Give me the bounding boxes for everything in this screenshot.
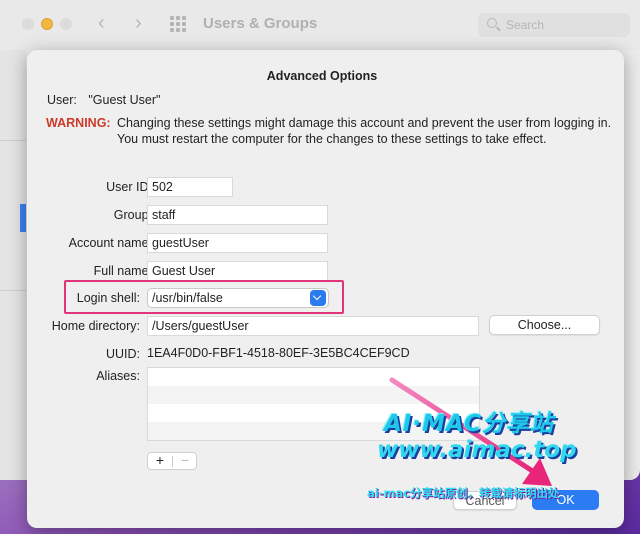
back-icon[interactable]: ‹ [98,13,105,33]
forward-icon[interactable]: › [135,13,142,33]
highlight-box [64,280,344,314]
home-directory-label: Home directory: [51,319,140,333]
watermark-url: www.aimac.top [377,437,577,463]
minimize-window-button[interactable] [41,18,53,30]
full-name-label: Full name: [93,264,152,278]
zoom-window-button[interactable] [60,18,72,30]
sidebar-divider [0,140,26,141]
user-id-label: User ID: [106,180,152,194]
home-directory-field[interactable]: /Users/guestUser [147,316,479,336]
warning-text: Changing these settings might damage thi… [117,116,612,146]
dialog-title: Advanced Options [266,69,378,83]
search-icon [487,18,497,28]
choose-button[interactable]: Choose... [489,315,600,335]
uuid-value: 1EA4F0D0-FBF1-4518-80EF-3E5BC4CEF9CD [147,346,410,360]
remove-alias-button[interactable]: − [173,452,197,468]
account-name-field[interactable]: guestUser [147,233,328,253]
title-bar: ‹ › Users & Groups Search [0,0,640,50]
group-field[interactable]: staff [147,205,328,225]
user-value: "Guest User" [88,93,161,107]
watermark-note: ai-mac分享站原创，转载请标明出处 [367,486,560,500]
add-alias-button[interactable]: + [148,452,172,468]
close-window-button[interactable] [22,18,34,30]
window-title: Users & Groups [203,15,318,32]
group-label: Group: [113,208,152,222]
sidebar [0,50,26,480]
watermark-title: AI·MAC分享站 [384,411,554,437]
list-item [148,386,479,404]
user-line: User: "Guest User" [47,93,168,107]
add-remove-control: + − [147,452,197,470]
search-input[interactable]: Search [478,13,630,37]
sidebar-selected-row[interactable] [20,204,26,232]
show-all-grid-icon[interactable] [170,16,188,32]
list-item [148,368,479,386]
uuid-label: UUID: [105,347,140,361]
aliases-label: Aliases: [96,369,140,383]
account-name-label: Account name: [68,236,152,250]
user-id-field[interactable]: 502 [147,177,233,197]
user-label: User: [47,93,77,107]
search-placeholder: Search [506,18,545,32]
full-name-field[interactable]: Guest User [147,261,328,281]
warning-label: WARNING: [46,116,111,130]
